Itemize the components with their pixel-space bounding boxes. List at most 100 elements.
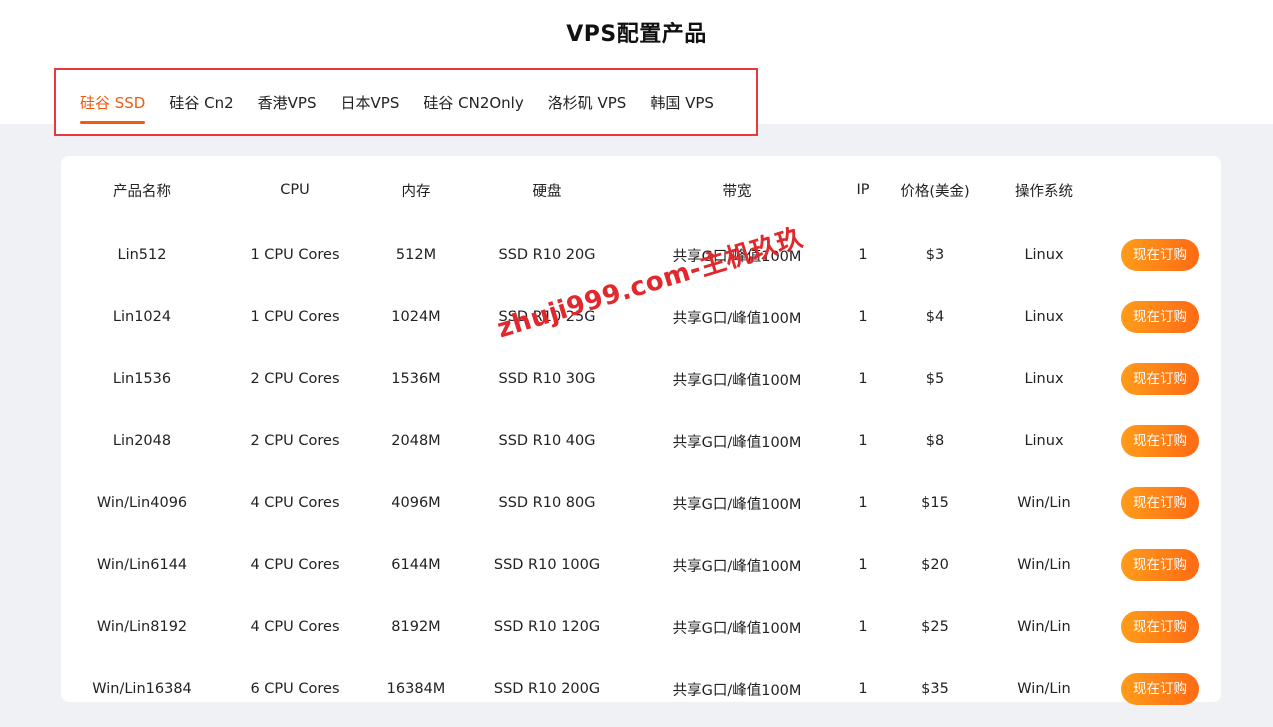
cell-disk: SSD R10 200G [493, 681, 601, 697]
cell-name: Win/Lin8192 [96, 619, 188, 635]
cell-cpu: 4 CPU Cores [250, 557, 340, 573]
cell-os: Win/Lin [1017, 619, 1071, 635]
cell-disk: SSD R10 80G [498, 495, 596, 511]
tab-siliconvalley-ssd[interactable]: 硅谷 SSD [68, 68, 157, 136]
header-price: 价格(美金) [900, 183, 970, 200]
header-ip: IP [856, 182, 870, 198]
cell-ram: 1536M [391, 371, 441, 387]
table-row: Win/Lin4096 4 CPU Cores 4096M SSD R10 80… [61, 472, 1221, 534]
cell-name: Win/Lin4096 [96, 495, 188, 511]
cell-ip: 1 [858, 247, 868, 263]
order-now-button[interactable]: 现在订购 [1121, 549, 1199, 581]
cell-price: $15 [921, 495, 949, 511]
cell-cpu: 6 CPU Cores [250, 681, 340, 697]
table-row: Lin2048 2 CPU Cores 2048M SSD R10 40G 共享… [61, 410, 1221, 472]
cell-disk: SSD R10 30G [498, 371, 596, 387]
cell-price: $3 [925, 247, 945, 263]
header-memory: 内存 [401, 183, 431, 200]
cell-price: $5 [925, 371, 945, 387]
header-disk: 硬盘 [532, 183, 562, 200]
cell-action: 现在订购 [1099, 596, 1221, 658]
cell-ram: 16384M [386, 681, 446, 697]
tab-korea-vps[interactable]: 韩国 VPS [638, 68, 726, 136]
cell-disk: SSD R10 120G [493, 619, 601, 635]
table-row: Win/Lin6144 4 CPU Cores 6144M SSD R10 10… [61, 534, 1221, 596]
cell-ip: 1 [858, 557, 868, 573]
order-now-button[interactable]: 现在订购 [1121, 425, 1199, 457]
tab-siliconvalley-cn2[interactable]: 硅谷 Cn2 [157, 68, 245, 136]
cell-name: Lin512 [117, 247, 167, 263]
cell-cpu: 2 CPU Cores [250, 371, 340, 387]
cell-name: Lin1536 [112, 371, 172, 387]
order-now-button[interactable]: 现在订购 [1121, 611, 1199, 643]
cell-ip: 1 [858, 495, 868, 511]
cell-ram: 512M [395, 247, 437, 263]
cell-os: Win/Lin [1017, 495, 1071, 511]
cell-bandwidth: 共享G口/峰值100M [672, 558, 802, 575]
cell-ram: 1024M [391, 309, 441, 325]
cell-os: Linux [1024, 247, 1064, 263]
cell-disk: SSD R10 100G [493, 557, 601, 573]
cell-bandwidth: 共享G口/峰值100M [672, 496, 802, 513]
cell-os: Linux [1024, 371, 1064, 387]
cell-bandwidth: 共享G口/峰值100M [672, 620, 802, 637]
cell-ram: 2048M [391, 433, 441, 449]
cell-os: Win/Lin [1017, 681, 1071, 697]
cell-action: 现在订购 [1099, 472, 1221, 534]
product-table: 产品名称 CPU 内存 硬盘 带宽 IP 价格(美金) 操作系统 Lin512 … [61, 156, 1221, 720]
cell-ip: 1 [858, 309, 868, 325]
order-now-button[interactable]: 现在订购 [1121, 487, 1199, 519]
cell-action: 现在订购 [1099, 224, 1221, 286]
cell-price: $4 [925, 309, 945, 325]
cell-price: $25 [921, 619, 949, 635]
cell-cpu: 1 CPU Cores [250, 247, 340, 263]
tab-siliconvalley-cn2only[interactable]: 硅谷 CN2Only [411, 68, 535, 136]
cell-cpu: 4 CPU Cores [250, 619, 340, 635]
cell-price: $20 [921, 557, 949, 573]
tab-losangeles-vps[interactable]: 洛杉矶 VPS [536, 68, 639, 136]
tab-hongkong-vps[interactable]: 香港VPS [246, 68, 329, 136]
cell-bandwidth: 共享G口/峰值100M [672, 682, 802, 699]
table-row: Lin1536 2 CPU Cores 1536M SSD R10 30G 共享… [61, 348, 1221, 410]
cell-cpu: 1 CPU Cores [250, 309, 340, 325]
cell-bandwidth: 共享G口/峰值100M [672, 372, 802, 389]
cell-name: Lin2048 [112, 433, 172, 449]
cell-os: Linux [1024, 433, 1064, 449]
order-now-button[interactable]: 现在订购 [1121, 301, 1199, 333]
cell-ram: 8192M [391, 619, 441, 635]
cell-action: 现在订购 [1099, 410, 1221, 472]
cell-ip: 1 [858, 371, 868, 387]
cell-os: Win/Lin [1017, 557, 1071, 573]
header-action [1099, 156, 1221, 224]
order-now-button[interactable]: 现在订购 [1121, 673, 1199, 705]
cell-disk: SSD R10 40G [498, 433, 596, 449]
cell-name: Win/Lin6144 [96, 557, 188, 573]
header-os: 操作系统 [1015, 183, 1073, 200]
cell-action: 现在订购 [1099, 348, 1221, 410]
region-tabs: 硅谷 SSD 硅谷 Cn2 香港VPS 日本VPS 硅谷 CN2Only 洛杉矶… [68, 68, 726, 136]
cell-action: 现在订购 [1099, 658, 1221, 720]
order-now-button[interactable]: 现在订购 [1121, 239, 1199, 271]
cell-action: 现在订购 [1099, 286, 1221, 348]
cell-ram: 4096M [391, 495, 441, 511]
cell-cpu: 4 CPU Cores [250, 495, 340, 511]
cell-price: $35 [921, 681, 949, 697]
product-table-card: 产品名称 CPU 内存 硬盘 带宽 IP 价格(美金) 操作系统 Lin512 … [61, 156, 1221, 705]
cell-bandwidth: 共享G口/峰值100M [672, 434, 802, 451]
table-header-row: 产品名称 CPU 内存 硬盘 带宽 IP 价格(美金) 操作系统 [61, 156, 1221, 224]
page-title: VPS配置产品 [566, 22, 707, 47]
cell-ip: 1 [858, 681, 868, 697]
cell-cpu: 2 CPU Cores [250, 433, 340, 449]
cell-price: $8 [925, 433, 945, 449]
cell-ip: 1 [858, 433, 868, 449]
table-row: Win/Lin16384 6 CPU Cores 16384M SSD R10 … [61, 658, 1221, 720]
order-now-button[interactable]: 现在订购 [1121, 363, 1199, 395]
cell-os: Linux [1024, 309, 1064, 325]
cell-ram: 6144M [391, 557, 441, 573]
tab-japan-vps[interactable]: 日本VPS [329, 68, 412, 136]
cell-name: Win/Lin16384 [92, 681, 192, 697]
cell-action: 现在订购 [1099, 534, 1221, 596]
header-product-name: 产品名称 [113, 183, 171, 200]
cell-ip: 1 [858, 619, 868, 635]
header-cpu: CPU [280, 182, 310, 198]
